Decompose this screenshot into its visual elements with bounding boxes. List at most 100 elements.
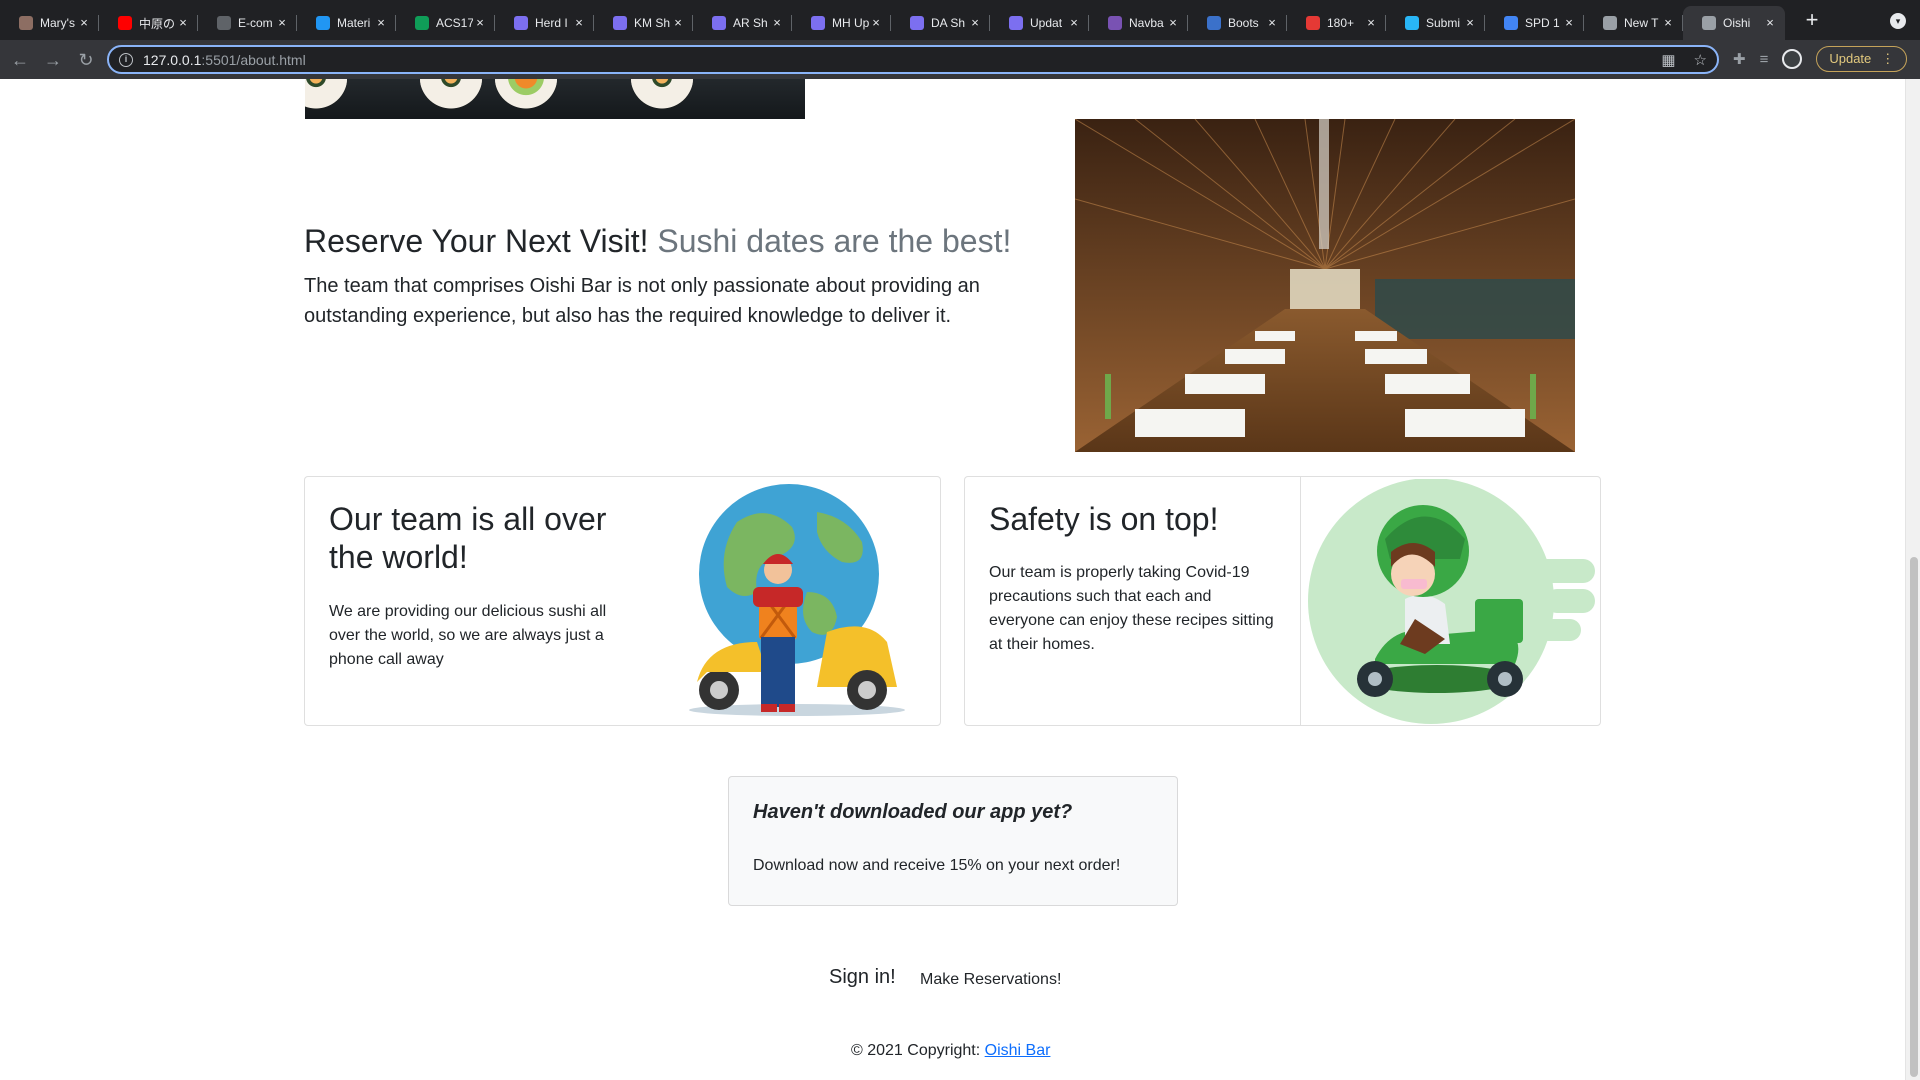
safety-card: Safety is on top! Our team is properly t… <box>964 476 1601 726</box>
tab-close-icon[interactable]: × <box>1166 16 1180 30</box>
mdb-icon <box>1207 16 1221 30</box>
tab-title: SPD 1 <box>1525 16 1560 30</box>
copyright-prefix: © 2021 Copyright: <box>851 1042 985 1059</box>
tab-title: E-com <box>238 16 273 30</box>
browser-tab[interactable]: ACS17 × <box>396 6 495 40</box>
reserve-heading: Reserve Your Next Visit! Sushi dates are… <box>304 223 1011 260</box>
update-label: Update <box>1829 51 1872 66</box>
globe-icon <box>1702 16 1716 30</box>
tab-close-icon[interactable]: × <box>1763 16 1777 30</box>
bookmark-star-icon[interactable]: ☆ <box>1694 51 1707 69</box>
tab-close-icon[interactable]: × <box>176 16 190 30</box>
tab-close-icon[interactable]: × <box>275 16 289 30</box>
browser-tab[interactable]: New T × <box>1584 6 1683 40</box>
copyright-text: © 2021 Copyright: Oishi Bar <box>851 1042 1050 1060</box>
forward-icon[interactable]: → <box>40 47 66 73</box>
tab-title: Submi <box>1426 16 1461 30</box>
page-scrollbar[interactable] <box>1905 79 1920 1080</box>
profile-avatar-icon[interactable] <box>1782 49 1803 69</box>
tab-close-icon[interactable]: × <box>1661 16 1675 30</box>
material-bar-icon <box>316 16 330 30</box>
browser-tab[interactable]: Submi × <box>1386 6 1485 40</box>
url-text[interactable]: 127.0.0.1:5501/about.html <box>143 52 306 68</box>
safety-card-title: Safety is on top! <box>989 501 1219 537</box>
tab-close-icon[interactable]: × <box>1463 16 1477 30</box>
sign-in-link[interactable]: Sign in! <box>829 966 896 989</box>
browser-tab[interactable]: 180+ × <box>1287 6 1386 40</box>
asterisk-gear-icon <box>613 16 627 30</box>
tab-close-icon[interactable]: × <box>1067 16 1081 30</box>
browser-tab[interactable]: 中原の × <box>99 6 198 40</box>
chrome-icon <box>1603 16 1617 30</box>
tab-close-icon[interactable]: × <box>374 16 388 30</box>
tab-title: New T <box>1624 16 1659 30</box>
tab-title: MH Up <box>832 16 869 30</box>
reading-list-icon[interactable]: ≡ <box>1760 51 1769 68</box>
extensions-puzzle-icon[interactable]: ✚ <box>1733 50 1746 68</box>
red-helmet-icon <box>1306 16 1320 30</box>
delivery-globe-illustration <box>689 484 905 716</box>
bootstrap-b-icon <box>1108 16 1122 30</box>
card-divider <box>1300 477 1301 725</box>
browser-tab[interactable]: Updat × <box>990 6 1089 40</box>
scrollbar-thumb[interactable] <box>1910 557 1918 1077</box>
tab-search-icon[interactable]: ▾ <box>1890 13 1906 29</box>
tab-title: AR Sh <box>733 16 768 30</box>
qr-code-icon[interactable]: ▦ <box>1661 51 1675 69</box>
tab-close-icon[interactable]: × <box>572 16 586 30</box>
browser-tab[interactable]: E-com × <box>198 6 297 40</box>
browser-tab[interactable]: Mary's × <box>0 6 99 40</box>
bar-chart-icon <box>1405 16 1419 30</box>
browser-tab[interactable]: Navba × <box>1089 6 1188 40</box>
tab-close-icon[interactable]: × <box>869 16 883 30</box>
browser-tab[interactable]: SPD 1 × <box>1485 6 1584 40</box>
browser-tab[interactable]: MH Up × <box>792 6 891 40</box>
tab-close-icon[interactable]: × <box>1265 16 1279 30</box>
new-tab-button[interactable]: + <box>1797 5 1827 35</box>
tab-title: Updat <box>1030 16 1063 30</box>
oishi-bar-link[interactable]: Oishi Bar <box>985 1042 1051 1059</box>
asterisk-gear-icon <box>910 16 924 30</box>
sheets-plus-icon <box>415 16 429 30</box>
tab-title: 中原の <box>139 16 176 31</box>
app-promo-title: Haven't downloaded our app yet? <box>753 801 1073 823</box>
browser-tab[interactable]: Materi × <box>297 6 396 40</box>
asterisk-gear-icon <box>514 16 528 30</box>
sushi-roll-graphic <box>420 79 482 109</box>
update-button[interactable]: Update ⋮ <box>1816 46 1908 72</box>
sushi-roll-graphic <box>495 79 557 109</box>
safety-card-text: Our team is properly taking Covid-19 pre… <box>989 564 1274 653</box>
sushi-image <box>305 79 805 119</box>
back-icon[interactable]: ← <box>7 47 33 73</box>
tab-close-icon[interactable]: × <box>77 16 91 30</box>
url-host: 127.0.0.1 <box>143 51 202 68</box>
tab-close-icon[interactable]: × <box>1364 16 1378 30</box>
menu-dots-icon[interactable]: ⋮ <box>1881 47 1894 71</box>
reload-icon[interactable]: ↻ <box>73 47 99 73</box>
browser-tab[interactable]: AR Sh × <box>693 6 792 40</box>
browser-tab[interactable]: Herd I × <box>495 6 594 40</box>
tab-close-icon[interactable]: × <box>671 16 685 30</box>
document-w-icon <box>217 16 231 30</box>
cat-favicon-icon <box>19 16 33 30</box>
reserve-subtitle: Sushi dates are the best! <box>657 223 1012 259</box>
team-card: Our team is all over the world! We are p… <box>304 476 941 726</box>
make-reservations-link[interactable]: Make Reservations! <box>920 971 1061 989</box>
tab-title: Materi <box>337 16 371 30</box>
scooter-delivery-illustration <box>1308 479 1595 724</box>
browser-tab[interactable]: Boots × <box>1188 6 1287 40</box>
address-bar[interactable]: i 127.0.0.1:5501/about.html ▦ ☆ <box>107 45 1719 74</box>
site-info-icon[interactable]: i <box>119 52 133 67</box>
tab-title: DA Sh <box>931 16 966 30</box>
tab-close-icon[interactable]: × <box>473 16 487 30</box>
asterisk-gear-icon <box>1009 16 1023 30</box>
tab-title: Boots <box>1228 16 1259 30</box>
tab-title: Navba <box>1129 16 1164 30</box>
browser-tab[interactable]: Oishi × <box>1683 6 1785 40</box>
tab-close-icon[interactable]: × <box>968 16 982 30</box>
browser-tab[interactable]: KM Sh × <box>594 6 693 40</box>
tab-close-icon[interactable]: × <box>770 16 784 30</box>
browser-tab[interactable]: DA Sh × <box>891 6 990 40</box>
app-promo-card: Haven't downloaded our app yet? Download… <box>728 776 1178 906</box>
tab-close-icon[interactable]: × <box>1562 16 1576 30</box>
